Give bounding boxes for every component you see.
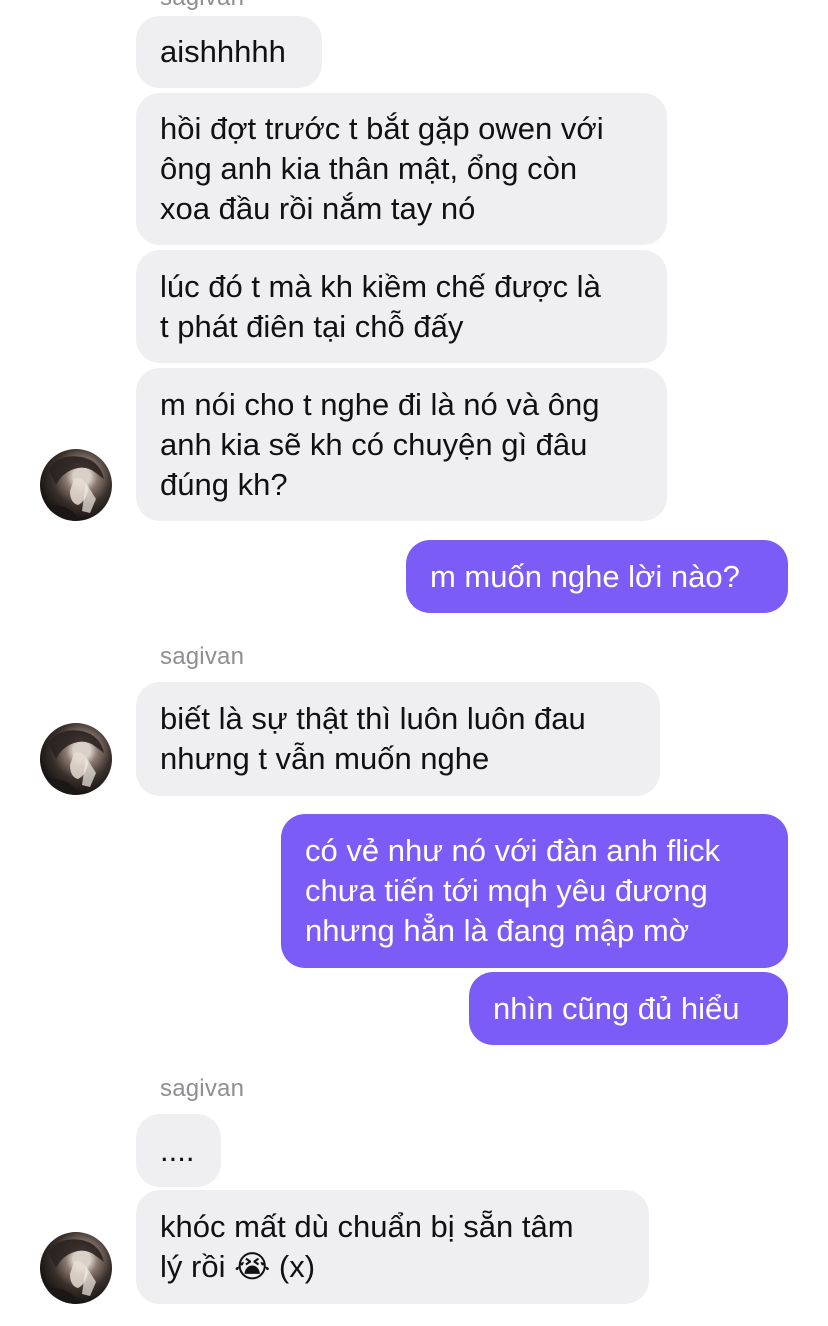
message-bubble-outgoing[interactable]: m muốn nghe lời nào?: [406, 540, 788, 613]
message-bubble-outgoing[interactable]: có vẻ như nó với đàn anh flick chưa tiến…: [281, 814, 788, 968]
contact-avatar[interactable]: [40, 1232, 112, 1304]
contact-avatar[interactable]: [40, 723, 112, 795]
message-bubble-outgoing[interactable]: nhìn cũng đủ hiểu: [469, 972, 788, 1045]
message-bubble-incoming[interactable]: biết là sự thật thì luôn luôn đau nhưng …: [136, 682, 660, 796]
message-bubble-incoming[interactable]: hồi đợt trước t bắt gặp owen với ông anh…: [136, 93, 667, 245]
message-bubble-incoming[interactable]: m nói cho t nghe đi là nó và ông anh kia…: [136, 368, 667, 521]
sender-name: sagivan: [160, 1075, 245, 1102]
message-bubble-incoming[interactable]: ....: [136, 1114, 221, 1187]
message-bubble-incoming[interactable]: khóc mất dù chuẩn bị sẵn tâm lý rồi 😭 (x…: [136, 1190, 649, 1304]
avatar-photo-icon: [40, 1239, 104, 1304]
sender-name: sagivan: [160, 643, 245, 670]
contact-avatar[interactable]: [40, 449, 112, 521]
message-bubble-incoming[interactable]: aishhhhh: [136, 16, 322, 88]
avatar-photo-icon: [40, 456, 104, 521]
avatar-photo-icon: [40, 730, 104, 795]
message-bubble-incoming[interactable]: lúc đó t mà kh kiềm chế được là t phát đ…: [136, 250, 667, 363]
sender-name: sagivan: [160, 0, 244, 12]
